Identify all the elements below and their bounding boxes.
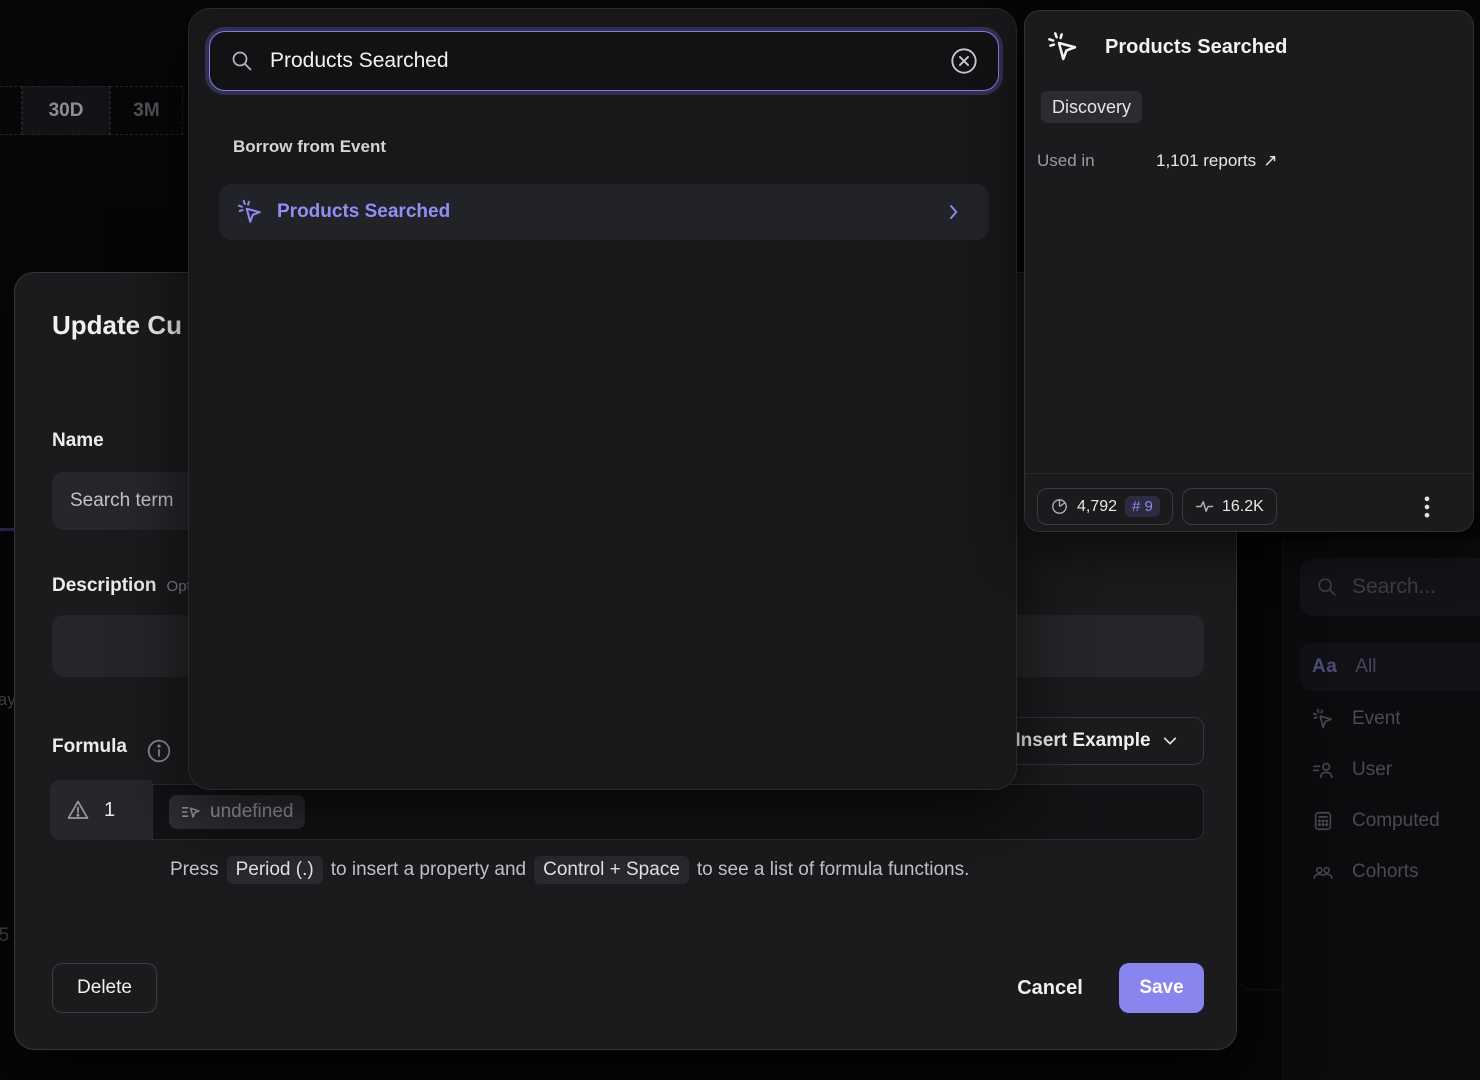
kbd-period: Period (.) <box>227 856 323 884</box>
cancel-button[interactable]: Cancel <box>1000 963 1100 1013</box>
borrow-from-event-heading: Borrow from Event <box>233 137 386 157</box>
formula-help-text: Press Period (.) to insert a property an… <box>170 856 969 884</box>
warning-icon <box>66 798 90 822</box>
sidebar-search-input[interactable]: Search... <box>1300 558 1480 616</box>
sidebar-item-label: User <box>1352 759 1392 781</box>
sidebar-item-all[interactable]: Aa All <box>1300 643 1480 691</box>
activity-pulse-icon <box>1195 497 1214 516</box>
user-profile-icon <box>1312 759 1334 781</box>
report-count-stat[interactable]: 4,792 # 9 <box>1037 488 1173 525</box>
event-title: Products Searched <box>1105 36 1287 59</box>
property-search-dropdown: Borrow from Event Products Searched <box>188 8 1017 790</box>
sidebar-item-cohorts[interactable]: Cohorts <box>1300 848 1480 896</box>
name-label: Name <box>52 430 104 452</box>
search-result-products-searched[interactable]: Products Searched <box>219 184 989 240</box>
external-link-arrow-icon: ↗ <box>1263 151 1277 171</box>
sidebar-item-label: Computed <box>1352 810 1440 832</box>
card-divider <box>1025 473 1473 474</box>
chevron-down-icon <box>1161 732 1179 750</box>
event-card-header: Products Searched <box>1047 31 1287 63</box>
error-count: 1 <box>104 799 115 822</box>
insert-example-button[interactable]: Insert Example <box>990 717 1204 765</box>
pie-chart-icon <box>1050 497 1069 516</box>
rank-badge: # 9 <box>1125 496 1160 517</box>
background-chart-tick <box>0 528 14 531</box>
event-cursor-icon <box>1047 31 1079 63</box>
dropdown-search-input[interactable] <box>270 49 934 73</box>
time-range-button-7d[interactable]: D <box>0 86 22 135</box>
result-label: Products Searched <box>277 201 931 223</box>
search-icon <box>230 49 254 73</box>
sidebar-search-placeholder: Search... <box>1352 575 1436 599</box>
chevron-right-icon <box>945 203 963 221</box>
sidebar-item-label: Cohorts <box>1352 861 1419 883</box>
dropdown-search-field[interactable] <box>209 31 999 91</box>
clear-search-icon[interactable] <box>950 47 978 75</box>
formula-label: Formula <box>52 736 127 758</box>
used-in-row: Used in 1,101 reports ↗ <box>1037 151 1277 171</box>
modal-title: Update Cu <box>52 310 182 341</box>
property-icon <box>181 802 201 822</box>
sidebar-item-computed[interactable]: Computed <box>1300 797 1480 845</box>
time-range-button-30d[interactable]: 30D <box>22 86 110 135</box>
sidebar-item-label: All <box>1355 656 1376 678</box>
event-detail-card: Products Searched Discovery Used in 1,10… <box>1024 10 1474 532</box>
app-screen: D 30D 3M lay 55 Search... Aa All Event U… <box>0 0 1480 1080</box>
delete-button[interactable]: Delete <box>52 963 157 1013</box>
cohorts-people-icon <box>1312 861 1334 883</box>
formula-error-gutter: 1 <box>50 780 152 840</box>
kbd-control-space: Control + Space <box>534 856 689 884</box>
sidebar-item-user[interactable]: User <box>1300 746 1480 794</box>
calculator-icon <box>1312 810 1334 832</box>
event-cursor-icon <box>1312 708 1334 730</box>
used-in-reports-link[interactable]: 1,101 reports <box>1156 151 1256 171</box>
text-type-icon: Aa <box>1312 656 1337 678</box>
formula-property-chip[interactable]: undefined <box>169 795 305 829</box>
info-icon[interactable] <box>146 738 172 764</box>
used-in-label: Used in <box>1037 151 1156 171</box>
event-cursor-icon <box>237 199 263 225</box>
event-volume-stat[interactable]: 16.2K <box>1182 488 1277 525</box>
time-range-button-3m[interactable]: 3M <box>110 86 183 135</box>
background-axis-fragment: 55 <box>0 925 9 947</box>
sidebar-item-label: Event <box>1352 708 1401 730</box>
sidebar-item-event[interactable]: Event <box>1300 695 1480 743</box>
category-badge: Discovery <box>1041 91 1142 123</box>
search-icon <box>1316 576 1338 598</box>
more-options-kebab-icon[interactable] <box>1413 492 1441 522</box>
save-button[interactable]: Save <box>1119 963 1204 1013</box>
formula-input[interactable]: undefined <box>152 784 1204 840</box>
